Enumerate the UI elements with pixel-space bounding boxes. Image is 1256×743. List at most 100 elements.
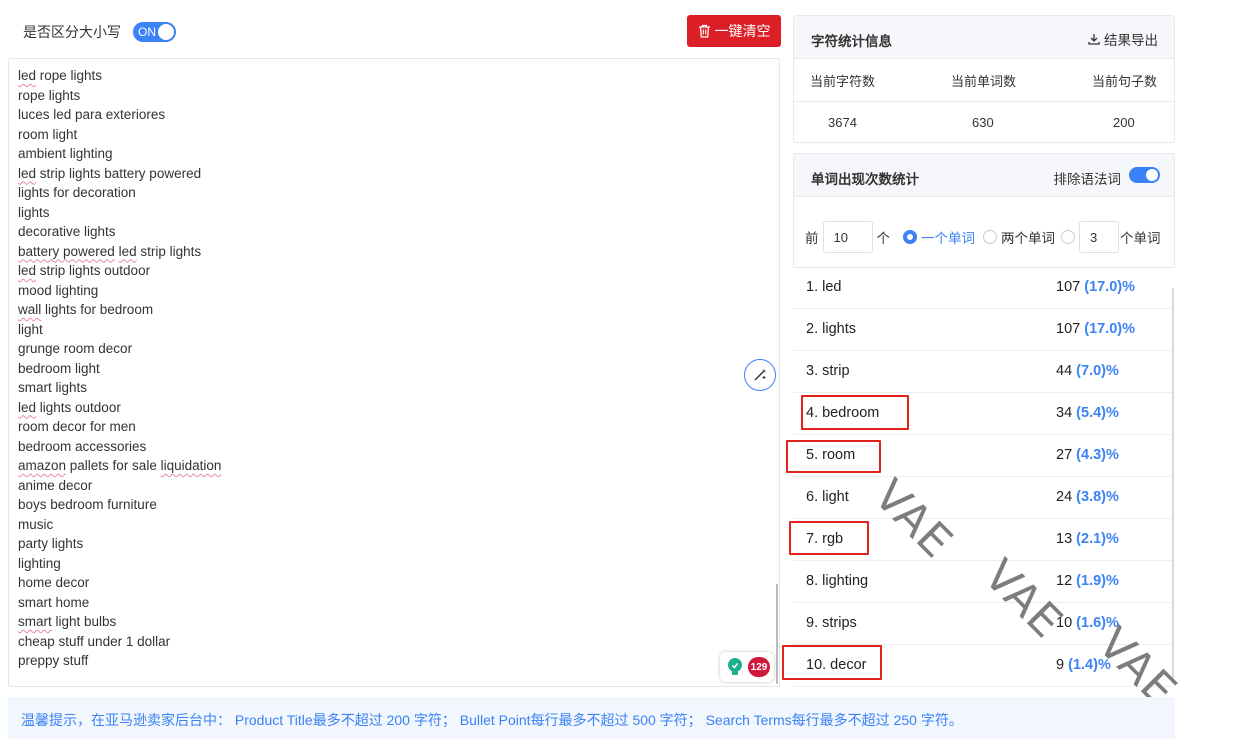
clear-all-button[interactable]: 一键清空 — [687, 15, 781, 47]
text-line: mood lighting — [18, 281, 221, 301]
word-frequency-row: 1. led 107 (17.0)% — [793, 267, 1173, 309]
export-label: 结果导出 — [1104, 33, 1158, 48]
line-text: cheap stuff under 1 dollar — [18, 633, 171, 649]
line-text: grunge room decor — [18, 341, 133, 356]
percent-sign: % — [1106, 531, 1119, 547]
highlight-box-room — [786, 440, 881, 473]
line-text: smart lights — [18, 380, 88, 395]
word-count-cell: 107 (17.0)% — [1056, 321, 1135, 337]
line-text: preppy stuff — [18, 653, 89, 668]
word-percentage: (2.1) — [1076, 531, 1106, 547]
text-line: room light — [18, 125, 221, 145]
char-stats-header: 字符统计信息 结果导出 — [794, 16, 1174, 59]
flagged-word[interactable]: led — [119, 244, 137, 259]
text-line: lights — [18, 203, 221, 223]
magic-wand-button[interactable] — [744, 359, 776, 391]
text-line: decorative lights — [18, 222, 221, 242]
radio-one-word[interactable] — [903, 230, 917, 244]
keyword-text-area[interactable]: led rope lights rope lights luces led para… — [8, 58, 780, 687]
word-count-header: 当前单词数 — [951, 74, 1017, 89]
editor-scrollbar[interactable] — [776, 584, 778, 684]
word-percentage: (1.9) — [1076, 573, 1106, 589]
flagged-word[interactable]: smart — [18, 614, 52, 629]
line-text: mood lighting — [18, 282, 99, 298]
highlight-box-rgb — [789, 521, 869, 555]
text-line: bedroom light — [18, 359, 221, 379]
percent-sign: % — [1106, 573, 1119, 589]
line-text: light — [18, 321, 43, 337]
text-line: amazon pallets for sale liquidation — [18, 456, 221, 476]
word-percentage: (7.0) — [1076, 363, 1106, 379]
word-count-cell: 13 (2.1)% — [1056, 531, 1119, 547]
toggle-on-text: ON — [138, 25, 156, 39]
word-count: 44 — [1056, 363, 1073, 379]
word-count: 12 — [1056, 573, 1073, 589]
line-text: rope lights — [18, 87, 81, 103]
n-words-suffix: 个单词 — [1120, 231, 1161, 246]
word-term: 3. strip — [806, 363, 850, 379]
text-line: luces led para exteriores — [18, 105, 221, 125]
flagged-word[interactable]: liquidation — [161, 458, 222, 473]
line-text: home decor — [18, 575, 90, 590]
flagged-word[interactable]: led — [18, 166, 36, 181]
text-line: room decor for men — [18, 417, 221, 437]
percent-sign: % — [1122, 279, 1136, 295]
flagged-word[interactable]: led — [18, 263, 36, 278]
flagged-word[interactable]: wall — [18, 302, 41, 317]
radio-n-words[interactable] — [1061, 230, 1075, 244]
word-frequency-title: 单词出现次数统计 — [811, 172, 919, 187]
grammar-checker-widget[interactable]: 129 — [720, 652, 774, 682]
text-line: led strip lights battery powered — [18, 164, 221, 184]
text-line: rope lights — [18, 86, 221, 106]
export-results-button[interactable]: 结果导出 — [1088, 29, 1158, 49]
flagged-word[interactable]: led — [18, 400, 36, 415]
download-icon — [1088, 34, 1100, 45]
word-count-cell: 34 (5.4)% — [1056, 405, 1119, 421]
stats-divider — [794, 101, 1174, 102]
flagged-word[interactable]: amazon — [18, 458, 66, 473]
magic-wand-icon — [754, 369, 766, 381]
toggle-knob — [1146, 169, 1158, 181]
trash-icon — [698, 24, 710, 38]
word-list-scrollbar[interactable] — [1172, 288, 1174, 683]
top-n-input[interactable] — [822, 221, 873, 253]
flagged-word[interactable]: battery powered — [18, 244, 115, 259]
n-words-input[interactable] — [1079, 221, 1119, 253]
line-text: room light — [18, 126, 78, 142]
line-text: strip lights outdoor — [36, 263, 151, 278]
one-word-label[interactable]: 一个单词 — [921, 227, 975, 247]
char-stats-card: 字符统计信息 结果导出 当前字符数 当前单词数 当前句子数 3674 630 2… — [793, 15, 1175, 143]
word-term: 1. led — [806, 279, 842, 295]
case-sensitive-toggle[interactable]: ON — [133, 22, 176, 42]
word-count-cell: 107 (17.0)% — [1056, 279, 1135, 295]
word-frequency-card: 单词出现次数统计 排除语法词 前 个 一个单词 两个单词 个单词 — [793, 153, 1175, 268]
line-text: boys bedroom furniture — [18, 497, 157, 512]
text-line: smart lights — [18, 378, 221, 398]
line-text: bedroom accessories — [18, 438, 147, 454]
grammar-issue-count-badge: 129 — [748, 657, 770, 677]
highlight-box-decor — [782, 645, 882, 680]
char-count-header: 当前字符数 — [810, 74, 876, 89]
line-text: rope lights — [36, 68, 103, 83]
tip-text: 温馨提示，在亚马逊卖家后台中： Product Title最多不超过 200 字… — [21, 712, 963, 728]
word-term: 2. lights — [806, 321, 856, 337]
flagged-word[interactable]: led — [18, 68, 36, 83]
line-text: lights outdoor — [36, 399, 121, 415]
radio-two-words[interactable] — [983, 230, 997, 244]
text-line: bedroom accessories — [18, 437, 221, 457]
word-frequency-row: 2. lights 107 (17.0)% — [793, 309, 1173, 351]
text-line: preppy stuff — [18, 651, 221, 671]
text-line: smart light bulbs — [18, 612, 221, 632]
two-words-label[interactable]: 两个单词 — [1001, 227, 1055, 247]
word-percentage: (3.8) — [1076, 489, 1106, 505]
text-line: led lights outdoor — [18, 398, 221, 418]
line-text: anime decor — [18, 477, 93, 493]
toggle-knob — [158, 24, 174, 40]
text-line: led rope lights — [18, 66, 221, 86]
line-text: light bulbs — [51, 614, 117, 629]
editor-content: led rope lights rope lights luces led para… — [18, 66, 221, 671]
text-line: boys bedroom furniture — [18, 495, 221, 515]
exclude-grammar-toggle[interactable] — [1129, 167, 1160, 183]
line-text: pallets for sale — [66, 458, 161, 473]
char-stats-title: 字符统计信息 — [811, 34, 892, 49]
